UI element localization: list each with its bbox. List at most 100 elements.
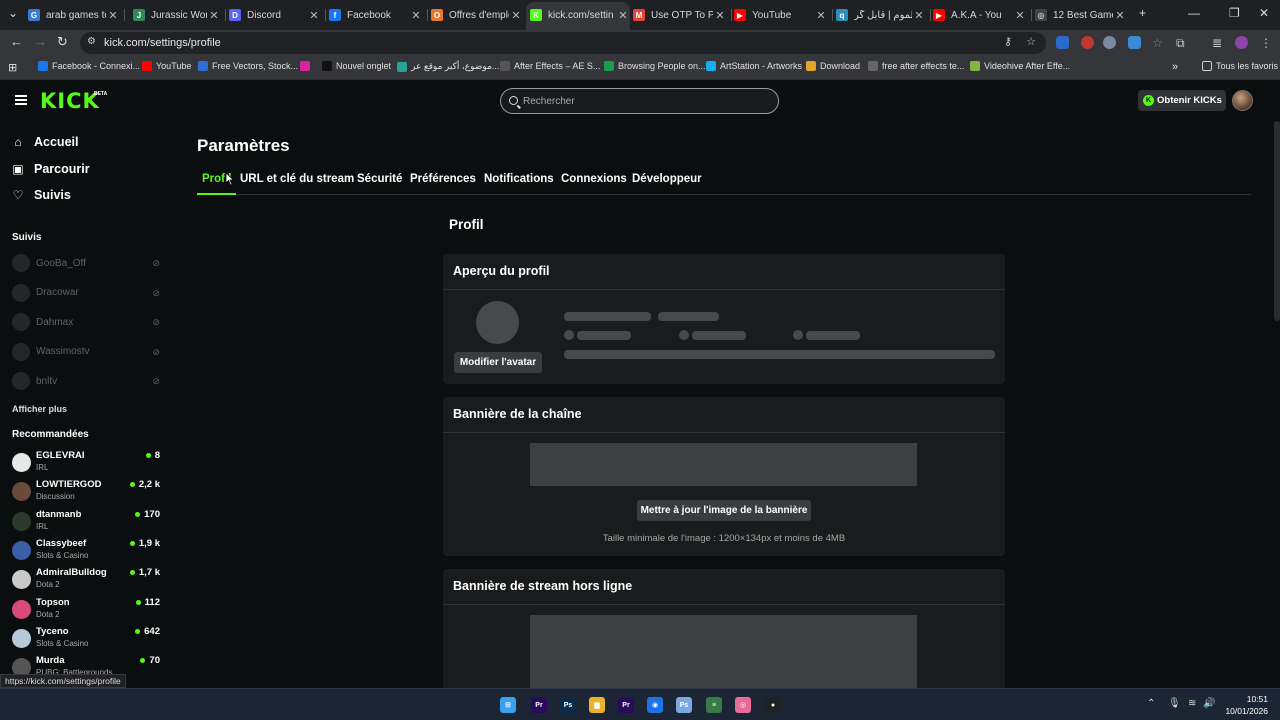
bookmark-item[interactable]: After Effects – AE S... — [500, 61, 600, 71]
tab-stream-url-key[interactable]: URL et clé du stream — [240, 173, 354, 185]
windows-start-icon[interactable]: ⊞ — [500, 697, 516, 713]
bookmark-item[interactable] — [300, 61, 314, 71]
tab-close-icon[interactable]: ✕ — [509, 9, 523, 22]
tab-close-icon[interactable]: ✕ — [307, 9, 321, 22]
browser-tab[interactable]: ◎ 12 Best Game ✕ — [1035, 4, 1127, 26]
volume-icon[interactable]: 🔊 — [1203, 698, 1215, 709]
bookmark-item[interactable]: Nouvel onglet — [322, 61, 391, 71]
tab-close-icon[interactable]: ✕ — [713, 9, 727, 22]
profile-icon[interactable] — [1235, 36, 1248, 49]
show-more-link[interactable]: Afficher plus — [12, 404, 67, 414]
tab-notifications[interactable]: Notifications — [484, 173, 554, 185]
get-kicks-button[interactable]: K Obtenir KICKs — [1138, 90, 1226, 111]
premiere-pro-icon[interactable]: Pr — [531, 697, 547, 713]
microphone-icon[interactable]: 🎙 — [1168, 698, 1181, 709]
recommended-channel[interactable]: LOWTIERGOD Discussion 2,2 k — [12, 479, 160, 505]
star-extension-icon[interactable]: ☆ — [1152, 36, 1165, 50]
followed-channel[interactable]: GooBa_Off ⊘ — [12, 253, 160, 273]
close-window-button[interactable]: ✕ — [1259, 6, 1269, 20]
tab-connections[interactable]: Connexions — [561, 173, 627, 185]
chrome-icon[interactable]: ◉ — [647, 697, 663, 713]
browser-tab[interactable]: O Offres d'emplo ✕ — [431, 4, 523, 26]
address-bar[interactable]: ⚙ kick.com/settings/profile ⚷ ☆ — [80, 32, 1046, 54]
tab-close-icon[interactable]: ✕ — [814, 9, 828, 22]
followed-channel[interactable]: Wassimostv ⊘ — [12, 342, 160, 362]
file-explorer-icon[interactable]: ▆ — [589, 697, 605, 713]
photoshop-2-icon[interactable]: Ps — [676, 697, 692, 713]
tab-close-icon[interactable]: ✕ — [106, 9, 120, 22]
bookmarks-overflow-icon[interactable]: » — [1172, 61, 1178, 73]
recommended-channel[interactable]: AdmiralBulldog Dota 2 1,7 k — [12, 567, 160, 593]
tab-search-icon[interactable]: ⌄ — [8, 6, 18, 20]
photoshop-icon[interactable]: Ps — [560, 697, 576, 713]
edit-avatar-button[interactable]: Modifier l'avatar — [454, 352, 542, 373]
notepad-icon[interactable]: ≡ — [706, 697, 722, 713]
recommended-channel[interactable]: dtanmanb IRL 170 — [12, 509, 160, 535]
extension-badge-icon[interactable] — [1081, 36, 1094, 49]
bookmark-item[interactable]: Videohive After Effe... — [970, 61, 1070, 71]
bookmark-item[interactable]: Download — [806, 61, 860, 71]
tab-close-icon[interactable]: ✕ — [912, 9, 926, 22]
obs-icon[interactable]: ● — [765, 697, 781, 713]
bookmark-star-icon[interactable]: ☆ — [1026, 35, 1036, 48]
new-tab-button[interactable]: + — [1139, 6, 1146, 20]
extension-icon[interactable] — [1056, 36, 1069, 49]
bookmark-item[interactable]: ArtStation - Artworks — [706, 61, 802, 71]
reading-list-icon[interactable]: ≣ — [1212, 36, 1225, 50]
bookmark-item[interactable]: Browsing People on... — [604, 61, 706, 71]
extensions-puzzle-icon[interactable]: ⧉ — [1176, 36, 1189, 50]
recommended-channel[interactable]: Classybeef Slots & Casino 1,9 k — [12, 538, 160, 564]
bookmark-item[interactable]: YouTube — [142, 61, 191, 71]
followed-channel[interactable]: bnltv ⊘ — [12, 371, 160, 391]
browser-tab[interactable]: Kkick.com/settin ✕ — [526, 2, 630, 30]
back-icon[interactable]: ← — [10, 34, 23, 49]
tray-overflow-icon[interactable]: ⌃ — [1147, 698, 1155, 709]
tab-close-icon[interactable]: ✕ — [207, 9, 221, 22]
tab-close-icon[interactable]: ✕ — [616, 9, 630, 22]
kick-logo[interactable]: KICK — [40, 89, 100, 113]
browser-tab[interactable]: ▶ A.K.A - You ✕ — [933, 4, 1027, 26]
tab-close-icon[interactable]: ✕ — [1113, 9, 1127, 22]
browser-tab[interactable]: J Jurassic World✕ — [133, 4, 221, 26]
capcut-icon[interactable]: ◎ — [735, 697, 751, 713]
browser-tab[interactable]: D Discord ✕ — [229, 4, 321, 26]
premiere-pro-2-icon[interactable]: Pr — [618, 697, 634, 713]
browser-tab[interactable]: ▶ YouTube ✕ — [734, 4, 828, 26]
site-info-icon[interactable]: ⚙ — [87, 36, 96, 47]
bookmark-item[interactable]: Facebook - Connexi... — [38, 61, 140, 71]
recommended-channel[interactable]: EGLEVRAI IRL 8 — [12, 450, 160, 476]
followed-channel[interactable]: Dahmax ⊘ — [12, 312, 160, 332]
search-input[interactable]: Rechercher — [500, 88, 779, 114]
all-bookmarks-folder[interactable]: Tous les favoris — [1202, 61, 1278, 71]
bookmark-item[interactable]: موضوع، أكبر موقع عر... — [397, 61, 499, 72]
menu-kebab-icon[interactable]: ⋮ — [1260, 36, 1273, 50]
apps-grid-icon[interactable]: ⊞ — [8, 61, 17, 74]
tab-preferences[interactable]: Préférences — [410, 173, 476, 185]
browser-tab[interactable]: f Facebook ✕ — [329, 4, 423, 26]
sidebar-item-following[interactable]: ♡ Suivis — [12, 188, 71, 202]
tab-close-icon[interactable]: ✕ — [409, 9, 423, 22]
restore-button[interactable]: ❐ — [1229, 6, 1240, 20]
tab-close-icon[interactable]: ✕ — [1013, 9, 1027, 22]
followed-channel[interactable]: Dracowar ⊘ — [12, 283, 160, 303]
bookmark-item[interactable]: free after effects te... — [868, 61, 964, 71]
page-scrollbar[interactable] — [1274, 121, 1280, 321]
extension-icon-2[interactable] — [1103, 36, 1116, 49]
sidebar-item-browse[interactable]: ▣ Parcourir — [12, 162, 89, 176]
bookmark-item[interactable]: Free Vectors, Stock... — [198, 61, 298, 71]
browser-tab[interactable]: M Use OTP To Pr ✕ — [633, 4, 727, 26]
browser-tab[interactable]: q قلموم | قابل گر✕ — [836, 4, 926, 26]
wifi-icon[interactable]: ≋ — [1188, 698, 1196, 709]
download-icon[interactable] — [1128, 36, 1141, 49]
recommended-channel[interactable]: Topson Dota 2 112 — [12, 597, 160, 623]
forward-icon[interactable]: → — [34, 34, 47, 49]
tab-developer[interactable]: Développeur — [632, 173, 702, 185]
password-key-icon[interactable]: ⚷ — [1004, 35, 1012, 48]
sidebar-item-home[interactable]: ⌂ Accueil — [12, 135, 78, 149]
minimize-button[interactable]: — — [1188, 6, 1200, 20]
reload-icon[interactable]: ↻ — [57, 34, 68, 50]
browser-tab[interactable]: Garab games to ✕ — [28, 4, 120, 26]
user-avatar[interactable] — [1232, 90, 1253, 111]
tab-security[interactable]: Sécurité — [357, 173, 402, 185]
hamburger-menu-icon[interactable] — [15, 95, 27, 105]
